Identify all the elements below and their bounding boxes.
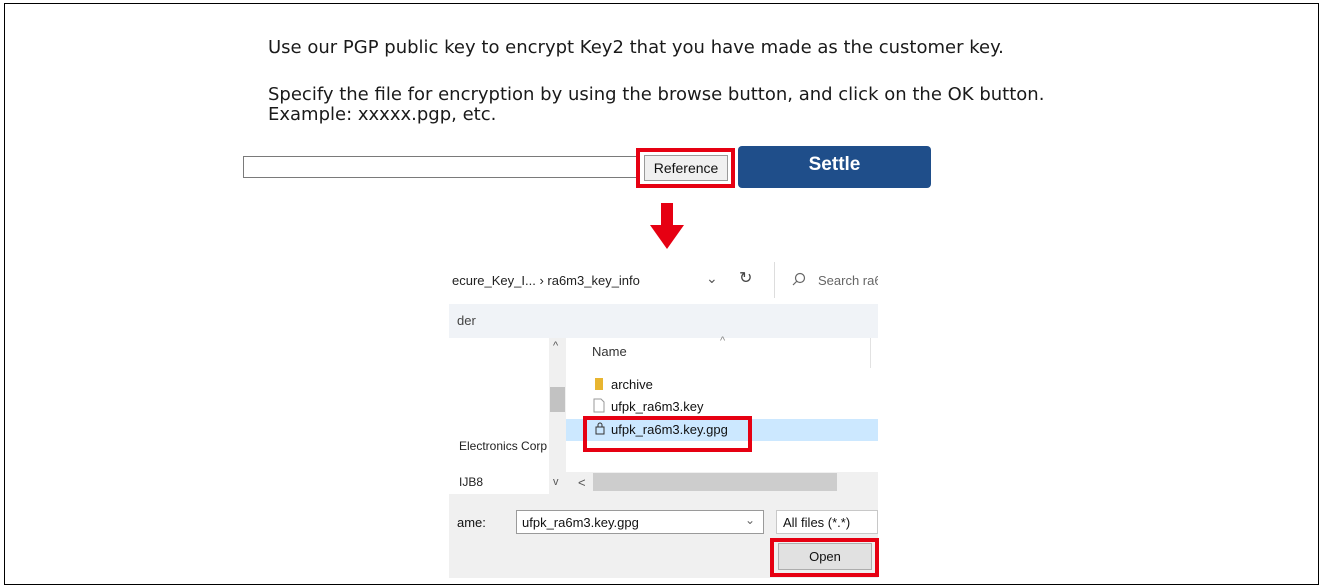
new-folder-button[interactable]: der: [457, 313, 476, 328]
nav-scrollbar[interactable]: [549, 338, 566, 494]
file-row[interactable]: ufpk_ra6m3.key: [566, 396, 878, 418]
scroll-down-icon[interactable]: v: [553, 476, 559, 488]
column-divider: [870, 338, 871, 368]
file-name: archive: [611, 377, 653, 392]
filename-label: ame:: [457, 515, 486, 530]
settle-button[interactable]: Settle: [738, 146, 931, 188]
column-header-name[interactable]: Name: [592, 344, 627, 359]
search-icon: [792, 272, 806, 286]
breadcrumb[interactable]: ecure_Key_I... › ra6m3_key_info: [452, 273, 640, 288]
horizontal-scrollbar-thumb[interactable]: [593, 473, 837, 491]
down-arrow-icon: [650, 203, 684, 249]
file-icon: [593, 398, 605, 413]
navigation-pane: Electronics Corp IJB8: [449, 338, 565, 494]
file-path-input[interactable]: [243, 156, 639, 178]
reference-highlight: [636, 148, 735, 188]
dialog-toolbar: der: [449, 304, 878, 338]
filename-input[interactable]: ufpk_ra6m3.key.gpg ⌄: [516, 510, 764, 534]
selected-file-highlight: [583, 416, 752, 452]
file-name: ufpk_ra6m3.key: [611, 399, 704, 414]
instruction-line-2: Specify the file for encryption by using…: [268, 84, 1045, 105]
filetype-value: All files (*.*): [783, 515, 851, 530]
nav-item[interactable]: IJB8: [459, 475, 483, 489]
sort-caret-icon: ^: [720, 335, 726, 347]
scroll-up-icon[interactable]: ^: [553, 340, 558, 352]
filetype-select[interactable]: All files (*.*): [776, 510, 878, 534]
instruction-line-3: Example: xxxxx.pgp, etc.: [268, 104, 497, 125]
open-button-highlight: [770, 538, 879, 577]
nav-scrollbar-thumb[interactable]: [550, 387, 565, 412]
search-input[interactable]: Search ra6: [818, 273, 878, 288]
address-bar: ecure_Key_I... › ra6m3_key_info ⌄ ↻ Sear…: [449, 256, 878, 304]
search-box[interactable]: Search ra6: [774, 262, 878, 298]
chevron-down-icon[interactable]: ⌄: [706, 270, 718, 287]
chevron-down-icon[interactable]: ⌄: [745, 513, 755, 527]
instruction-line-1: Use our PGP public key to encrypt Key2 t…: [268, 37, 1004, 58]
filename-value: ufpk_ra6m3.key.gpg: [522, 515, 639, 530]
folder-icon: [595, 378, 603, 390]
nav-item[interactable]: Electronics Corp: [459, 439, 547, 453]
scroll-left-icon[interactable]: <: [578, 475, 586, 490]
file-row[interactable]: archive: [566, 374, 878, 396]
refresh-icon[interactable]: ↻: [739, 268, 752, 288]
